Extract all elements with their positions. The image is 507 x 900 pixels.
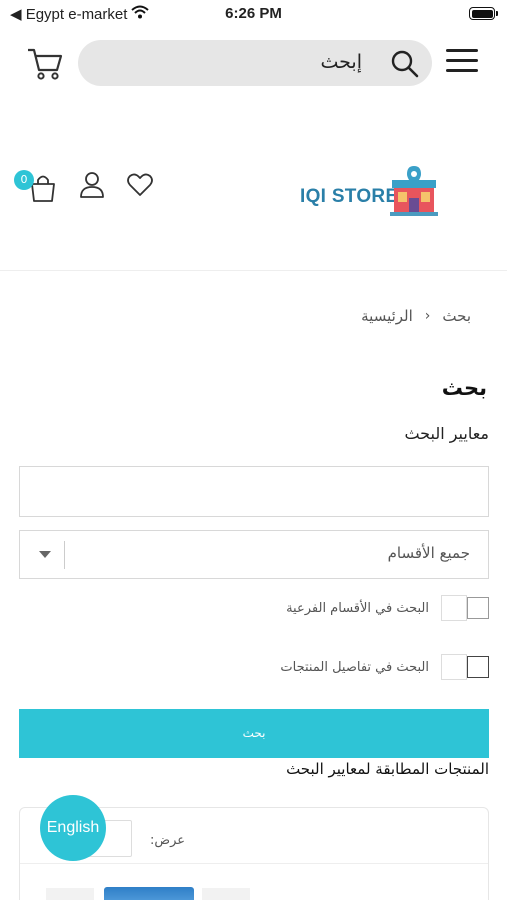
show-label: عرض: xyxy=(150,833,186,848)
header-divider xyxy=(0,270,507,271)
product-thumbnail[interactable] xyxy=(46,888,94,900)
product-thumbnail[interactable] xyxy=(104,887,194,900)
descriptions-label: البحث في تفاصيل المنتجات xyxy=(280,659,429,675)
descriptions-option: البحث في تفاصيل المنتجات xyxy=(280,654,489,680)
category-select[interactable]: جميع الأقسام xyxy=(19,530,489,579)
category-select-value: جميع الأقسام xyxy=(387,544,470,562)
menu-line xyxy=(446,69,478,72)
select-divider xyxy=(64,541,65,569)
page-title: بحث xyxy=(441,376,487,400)
results-toolbar-divider xyxy=(20,863,488,864)
breadcrumb-current[interactable]: بحث xyxy=(442,307,471,325)
store-building-icon xyxy=(390,166,438,216)
status-bar: ◀ Egypt e-market 6:26 PM xyxy=(0,0,507,28)
breadcrumb-home[interactable]: الرئيسية xyxy=(361,307,413,325)
chevron-down-icon[interactable] xyxy=(39,551,51,558)
breadcrumb-separator-icon: ‹ xyxy=(424,308,431,324)
menu-line xyxy=(446,49,478,52)
top-bar: إبحث xyxy=(0,36,507,88)
subcategories-checkbox-frame xyxy=(441,595,467,621)
product-thumbnail[interactable] xyxy=(202,888,250,900)
cart-count-badge: 0 xyxy=(14,170,34,190)
user-icon[interactable] xyxy=(78,170,106,200)
store-header: 0 IQI STORE xyxy=(0,150,507,260)
search-input[interactable]: إبحث xyxy=(321,51,363,73)
results-heading: المنتجات المطابقة لمعايير البحث xyxy=(286,760,489,778)
heart-icon[interactable] xyxy=(126,172,154,198)
language-button[interactable]: English xyxy=(40,795,106,861)
search-bar[interactable]: إبحث xyxy=(78,40,432,86)
subcategories-checkbox[interactable] xyxy=(467,597,489,619)
search-icon[interactable] xyxy=(390,49,420,79)
menu-line xyxy=(446,59,478,62)
subcategories-label: البحث في الأقسام الفرعية xyxy=(286,600,429,616)
cart-bag-button[interactable]: 0 xyxy=(14,170,58,204)
descriptions-checkbox-frame xyxy=(441,654,467,680)
descriptions-checkbox[interactable] xyxy=(467,656,489,678)
breadcrumb: الرئيسية ‹ بحث xyxy=(361,307,471,325)
status-time: 6:26 PM xyxy=(225,5,282,22)
search-criteria-label: معايير البحث xyxy=(404,424,489,443)
keyword-input[interactable] xyxy=(19,466,489,517)
menu-icon[interactable] xyxy=(446,46,480,76)
subcategories-option: البحث في الأقسام الفرعية xyxy=(286,595,489,621)
search-submit-button[interactable]: بحث xyxy=(19,709,489,758)
store-logo[interactable]: IQI STORE xyxy=(298,162,440,226)
battery-icon xyxy=(469,7,498,20)
logo-text: IQI STORE xyxy=(300,186,399,207)
cart-icon[interactable] xyxy=(26,44,64,82)
